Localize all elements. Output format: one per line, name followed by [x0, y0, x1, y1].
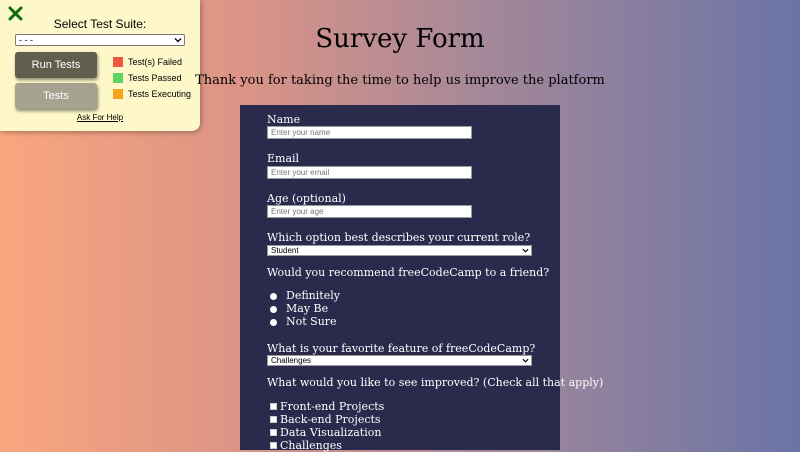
role-dropdown[interactable]: Student	[267, 245, 532, 256]
page-description: Thank you for taking the time to help us…	[195, 73, 605, 88]
improve-label: What would you like to see improved? (Ch…	[267, 376, 604, 389]
radio-label: Definitely	[286, 289, 340, 302]
feature-label: What is your favorite feature of freeCod…	[267, 342, 536, 355]
ask-for-help-link[interactable]: Ask For Help	[0, 113, 200, 122]
chevron-down-icon	[522, 248, 529, 253]
checkbox-label: Back-end Projects	[280, 413, 381, 426]
name-label: Name	[267, 113, 301, 126]
feature-dropdown-value: Challenges	[271, 356, 312, 365]
chevron-down-icon	[522, 358, 529, 363]
radio-label: May Be	[286, 302, 329, 315]
name-input[interactable]	[267, 126, 472, 139]
role-label: Which option best describes your current…	[267, 231, 531, 244]
legend-label: Test(s) Failed	[128, 57, 183, 67]
radio-may-be[interactable]	[270, 306, 277, 313]
radio-not-sure[interactable]	[270, 319, 277, 326]
page-title: Survey Form	[315, 24, 485, 54]
executing-swatch	[113, 89, 123, 99]
checkbox-label: Data Visualization	[280, 426, 382, 439]
checkbox-data-visualization[interactable]	[270, 429, 277, 436]
age-label: Age (optional)	[267, 192, 346, 205]
checkbox-challenges[interactable]	[270, 442, 277, 449]
survey-form: Name Email Age (optional) Which option b…	[240, 105, 603, 452]
radio-label: Not Sure	[286, 315, 337, 328]
email-input[interactable]	[267, 166, 472, 179]
email-label: Email	[267, 152, 300, 165]
checkbox-front-end-projects[interactable]	[270, 403, 277, 410]
recommend-label: Would you recommend freeCodeCamp to a fr…	[267, 266, 550, 279]
age-input[interactable]	[267, 205, 472, 218]
radio-definitely[interactable]	[270, 293, 277, 300]
checkbox-label: Front-end Projects	[280, 400, 385, 413]
test-suite-panel: Select Test Suite: - - - Run Tests Tests…	[0, 0, 200, 131]
checkbox-label: Challenges	[280, 439, 342, 452]
feature-dropdown[interactable]: Challenges	[267, 355, 532, 366]
failed-swatch	[113, 57, 123, 67]
role-dropdown-value: Student	[271, 246, 299, 255]
legend-label: Tests Executing	[128, 89, 192, 99]
checkbox-back-end-projects[interactable]	[270, 416, 277, 423]
